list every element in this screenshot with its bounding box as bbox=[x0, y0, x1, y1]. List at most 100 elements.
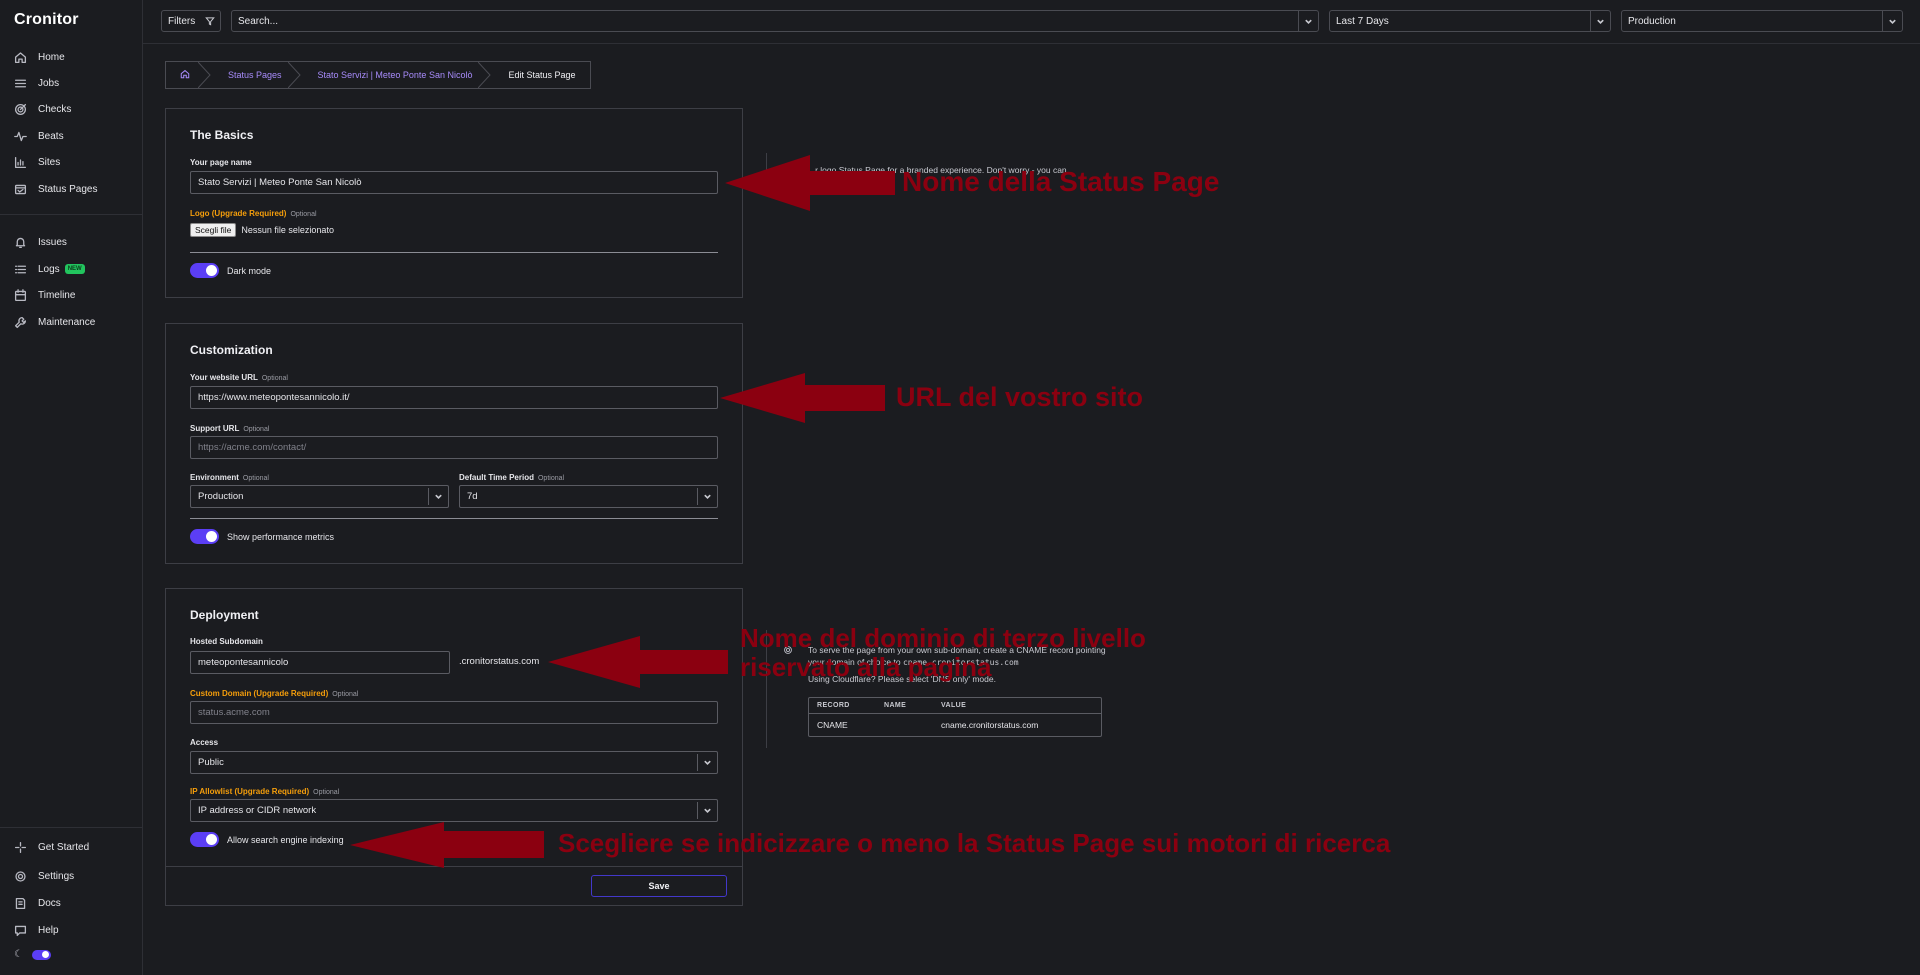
environment-label: Environment Optional bbox=[190, 473, 269, 482]
optional-tag: Optional bbox=[243, 426, 270, 433]
list-icon bbox=[14, 263, 27, 276]
sidebar-item-help[interactable]: Help bbox=[14, 921, 59, 939]
wrench-icon bbox=[14, 316, 27, 329]
environment-select[interactable]: Production bbox=[190, 485, 449, 508]
sidebar-item-label: Status Pages bbox=[38, 183, 98, 195]
sidebar-item-checks[interactable]: Checks bbox=[14, 100, 71, 118]
sidebar-item-status-pages[interactable]: Status Pages bbox=[14, 180, 97, 198]
indexing-toggle[interactable] bbox=[190, 832, 219, 847]
support-url-input[interactable]: https://acme.com/contact/ bbox=[190, 436, 718, 459]
support-url-label: Support URL Optional bbox=[190, 424, 269, 433]
breadcrumb-label: Stato Servizi | Meteo Ponte San Nicolò bbox=[317, 70, 473, 80]
sidebar-item-jobs[interactable]: Jobs bbox=[14, 74, 59, 92]
choose-file-button[interactable]: Scegli file bbox=[190, 223, 237, 237]
moon-icon: ☾ bbox=[14, 949, 23, 960]
customization-title: Customization bbox=[190, 343, 273, 357]
basics-title: The Basics bbox=[190, 128, 254, 142]
perf-metrics-toggle[interactable] bbox=[190, 529, 219, 544]
chevron-down-icon[interactable] bbox=[697, 802, 717, 819]
bar-chart-icon bbox=[14, 156, 27, 169]
customization-card: Customization Your website URL Optional h… bbox=[165, 323, 743, 564]
annotation-indexing: Scegliere se indicizzare o meno la Statu… bbox=[558, 828, 1391, 858]
sidebar-item-label: Sites bbox=[38, 156, 61, 168]
optional-tag: Optional bbox=[332, 691, 359, 698]
breadcrumb-status-pages[interactable]: Status Pages bbox=[206, 61, 301, 89]
target-icon bbox=[14, 103, 27, 116]
sidebar-item-label: Help bbox=[38, 924, 59, 936]
brand-logo[interactable]: Cronitor bbox=[14, 11, 79, 29]
subdomain-input[interactable]: meteopontesannicolo bbox=[190, 651, 450, 674]
chevron-down-icon[interactable] bbox=[697, 754, 717, 771]
sidebar-item-home[interactable]: Home bbox=[14, 48, 65, 66]
time-period-value: 7d bbox=[467, 491, 478, 502]
chevron-down-icon[interactable] bbox=[697, 488, 717, 505]
website-url-label-text: Your website URL bbox=[190, 373, 258, 382]
time-range-select[interactable]: Last 7 Days bbox=[1329, 10, 1611, 32]
chevron-down-icon[interactable] bbox=[1882, 11, 1902, 31]
sidebar: Cronitor Home Jobs Checks Beats Sites St… bbox=[0, 0, 143, 975]
sidebar-item-settings[interactable]: Settings bbox=[14, 867, 74, 885]
chevron-down-icon[interactable] bbox=[428, 488, 448, 505]
subdomain-suffix: .cronitorstatus.com bbox=[459, 656, 540, 667]
annotation-arrow-indexing bbox=[350, 822, 544, 868]
custom-domain-label: Custom Domain (Upgrade Required) Optional bbox=[190, 689, 358, 698]
theme-toggle[interactable]: ☾ bbox=[14, 949, 51, 960]
environment-value: Production bbox=[1628, 15, 1676, 27]
deployment-title: Deployment bbox=[190, 608, 259, 622]
sidebar-item-beats[interactable]: Beats bbox=[14, 127, 64, 145]
perf-metrics-label: Show performance metrics bbox=[227, 531, 335, 542]
sidebar-item-get-started[interactable]: Get Started bbox=[14, 838, 89, 856]
table-row: CNAME cname.cronitorstatus.com bbox=[809, 714, 1101, 736]
breadcrumb-home[interactable] bbox=[166, 61, 211, 89]
sidebar-item-logs[interactable]: Logs NEW bbox=[14, 260, 85, 278]
filters-button[interactable]: Filters bbox=[161, 10, 221, 32]
annotation-arrow-subdomain bbox=[548, 636, 728, 688]
time-period-label: Default Time Period Optional bbox=[459, 473, 564, 482]
website-url-input[interactable]: https://www.meteopontesannicolo.it/ bbox=[190, 386, 718, 409]
sparkle-icon bbox=[14, 841, 27, 854]
annotation-arrow-page-name bbox=[725, 155, 895, 211]
status-page-icon bbox=[14, 183, 27, 196]
sidebar-item-label: Settings bbox=[38, 870, 75, 882]
time-period-select[interactable]: 7d bbox=[459, 485, 718, 508]
ip-allowlist-label: IP Allowlist (Upgrade Required) Optional bbox=[190, 787, 339, 796]
sidebar-item-label: Checks bbox=[38, 103, 72, 115]
sidebar-item-label: Jobs bbox=[38, 77, 60, 89]
sidebar-item-timeline[interactable]: Timeline bbox=[14, 286, 75, 304]
file-status: Nessun file selezionato bbox=[241, 225, 334, 235]
access-select[interactable]: Public bbox=[190, 751, 718, 774]
environment-select[interactable]: Production bbox=[1621, 10, 1903, 32]
dns-col-name: NAME bbox=[884, 702, 907, 709]
dark-mode-toggle[interactable] bbox=[190, 263, 219, 278]
breadcrumb-label: Status Pages bbox=[228, 70, 282, 80]
support-url-label-text: Support URL bbox=[190, 424, 240, 433]
chevron-down-icon[interactable] bbox=[1590, 11, 1610, 31]
perf-metrics-row: Show performance metrics bbox=[190, 529, 334, 544]
gear-icon bbox=[14, 870, 27, 883]
ip-allowlist-label-text: IP Allowlist (Upgrade Required) bbox=[190, 787, 310, 796]
ip-allowlist-select[interactable]: IP address or CIDR network bbox=[190, 799, 718, 822]
sidebar-item-maintenance[interactable]: Maintenance bbox=[14, 313, 95, 331]
optional-tag: Optional bbox=[290, 211, 317, 218]
annotation-arrow-website-url bbox=[720, 373, 885, 423]
breadcrumb-status-page-name[interactable]: Stato Servizi | Meteo Ponte San Nicolò bbox=[296, 61, 492, 89]
new-badge: NEW bbox=[64, 264, 85, 274]
sidebar-item-issues[interactable]: Issues bbox=[14, 233, 67, 251]
subdomain-label: Hosted Subdomain bbox=[190, 637, 263, 646]
optional-tag: Optional bbox=[313, 789, 340, 796]
section-divider bbox=[190, 252, 718, 253]
annotation-subdomain-line: Nome del dominio di terzo livello bbox=[740, 623, 1146, 653]
chevron-down-icon[interactable] bbox=[1298, 11, 1318, 31]
search-input[interactable]: Search... bbox=[231, 10, 1319, 32]
book-icon bbox=[14, 897, 27, 910]
sidebar-item-sites[interactable]: Sites bbox=[14, 153, 60, 171]
save-button[interactable]: Save bbox=[591, 875, 727, 897]
bell-icon bbox=[14, 236, 27, 249]
page-name-input[interactable]: Stato Servizi | Meteo Ponte San Nicolò bbox=[190, 171, 718, 194]
custom-domain-input[interactable]: status.acme.com bbox=[190, 701, 718, 724]
sidebar-item-docs[interactable]: Docs bbox=[14, 894, 61, 912]
dns-record: CNAME bbox=[817, 720, 848, 730]
dns-value: cname.cronitorstatus.com bbox=[941, 720, 1039, 730]
theme-switch[interactable] bbox=[31, 949, 51, 960]
dns-table: RECORD NAME VALUE CNAME cname.cronitorst… bbox=[808, 697, 1102, 737]
